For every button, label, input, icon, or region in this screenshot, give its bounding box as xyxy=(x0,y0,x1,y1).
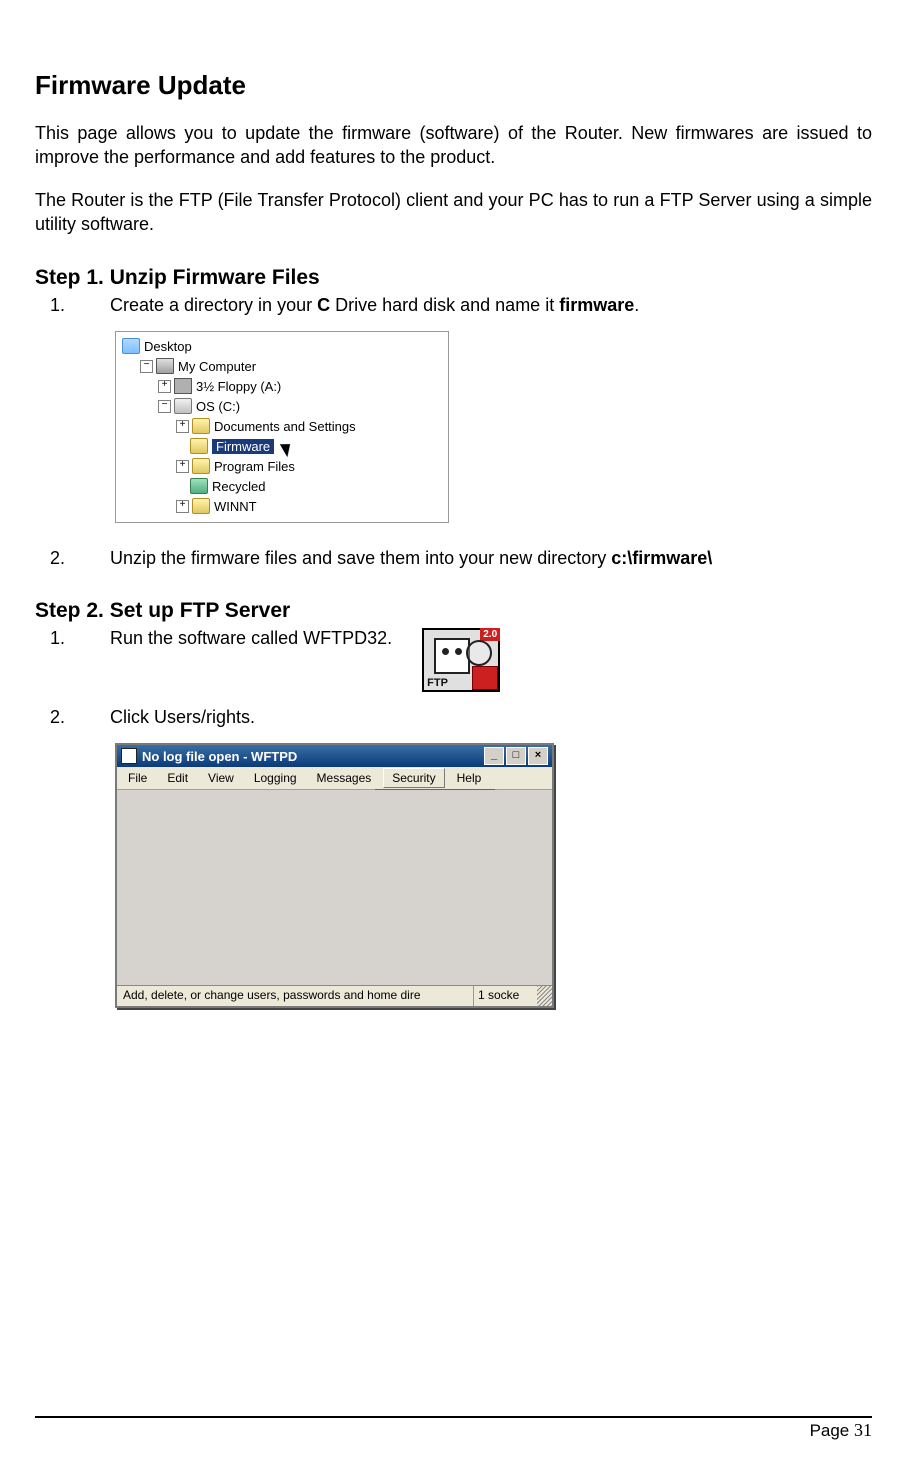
step2-item-2: Click Users/rights. xyxy=(70,707,872,728)
close-button[interactable]: × xyxy=(528,747,548,765)
step2-heading: Step 2. Set up FTP Server xyxy=(35,599,872,623)
intro-paragraph-2: The Router is the FTP (File Transfer Pro… xyxy=(35,188,872,237)
resize-grip-icon[interactable] xyxy=(537,986,552,1006)
window-title: No log file open - WFTPD xyxy=(142,749,482,764)
explorer-tree-screenshot: Desktop − My Computer + 3½ Floppy (A:) −… xyxy=(115,331,449,523)
expand-icon: + xyxy=(176,500,189,513)
app-icon xyxy=(121,748,137,764)
step1-item-1: Create a directory in your C Drive hard … xyxy=(70,295,872,316)
wftpd-window-screenshot: No log file open - WFTPD _ □ × File Edit… xyxy=(115,743,554,1008)
page-title: Firmware Update xyxy=(35,70,872,101)
menu-item-messages[interactable]: Messages xyxy=(309,769,380,787)
status-bar: Add, delete, or change users, passwords … xyxy=(117,985,552,1006)
minimize-button[interactable]: _ xyxy=(484,747,504,765)
menu-item-file[interactable]: File xyxy=(120,769,155,787)
tree-label: OS (C:) xyxy=(196,399,240,414)
step1-heading: Step 1. Unzip Firmware Files xyxy=(35,266,872,290)
tree-label: Documents and Settings xyxy=(214,419,356,434)
step2-item-1: Run the software called WFTPD32. 2.0 FTP xyxy=(70,628,872,692)
tree-label: Recycled xyxy=(212,479,265,494)
window-client-area xyxy=(117,790,552,985)
expand-icon: + xyxy=(158,380,171,393)
wftpd-app-icon: 2.0 FTP xyxy=(422,628,500,692)
tree-label: My Computer xyxy=(178,359,256,374)
folder-icon xyxy=(192,498,210,514)
page-number: 31 xyxy=(854,1420,872,1440)
tree-label: Program Files xyxy=(214,459,295,474)
menu-item-logging[interactable]: Logging xyxy=(246,769,305,787)
magnifier-icon xyxy=(466,640,492,666)
tree-label-selected: Firmware xyxy=(212,439,274,454)
collapse-icon: − xyxy=(158,400,171,413)
menu-item-help[interactable]: Help xyxy=(449,769,490,787)
desktop-icon xyxy=(122,338,140,354)
folder-icon xyxy=(192,458,210,474)
expand-icon: + xyxy=(176,420,189,433)
status-text: Add, delete, or change users, passwords … xyxy=(117,986,474,1006)
computer-icon xyxy=(156,358,174,374)
expand-icon: + xyxy=(176,460,189,473)
recycle-icon xyxy=(190,478,208,494)
tree-label: Desktop xyxy=(144,339,192,354)
folder-icon xyxy=(190,438,208,454)
menu-item-security[interactable]: Security xyxy=(383,768,444,788)
page-footer: Page 31 xyxy=(35,1416,872,1441)
collapse-icon: − xyxy=(140,360,153,373)
drive-icon xyxy=(174,398,192,414)
tree-label: WINNT xyxy=(214,499,257,514)
maximize-button[interactable]: □ xyxy=(506,747,526,765)
floppy-icon xyxy=(174,378,192,394)
step1-item-2: Unzip the firmware files and save them i… xyxy=(70,548,872,569)
intro-paragraph-1: This page allows you to update the firmw… xyxy=(35,121,872,170)
menu-bar: File Edit View Logging Messages Security… xyxy=(117,767,552,790)
window-titlebar: No log file open - WFTPD _ □ × xyxy=(117,745,552,767)
status-socket: 1 socke xyxy=(474,986,537,1006)
menu-item-edit[interactable]: Edit xyxy=(159,769,196,787)
tree-label: 3½ Floppy (A:) xyxy=(196,379,281,394)
folder-icon xyxy=(192,418,210,434)
menu-item-view[interactable]: View xyxy=(200,769,242,787)
